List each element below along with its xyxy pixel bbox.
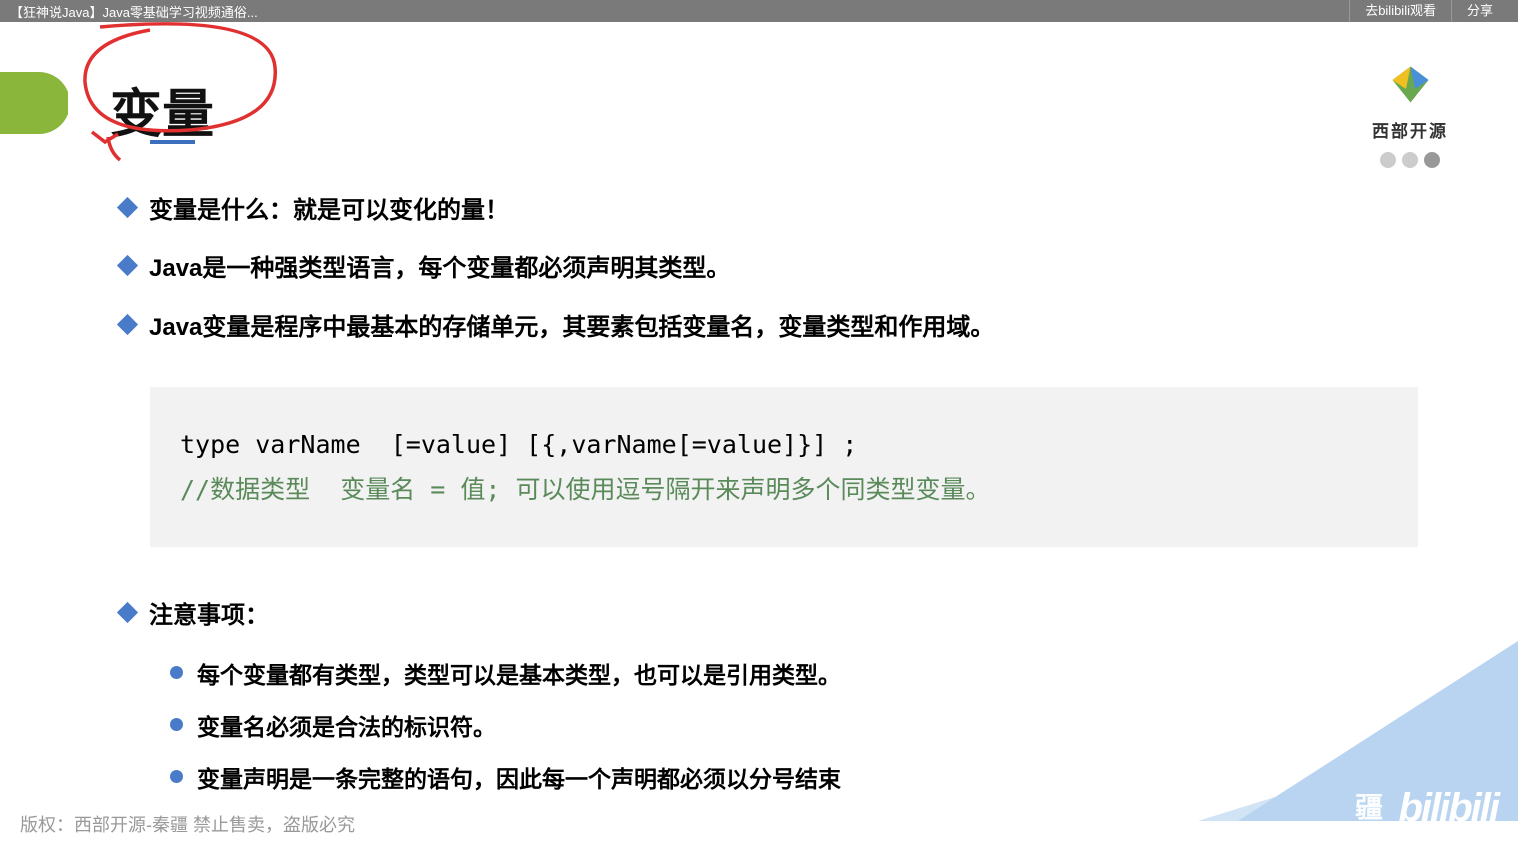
- goto-bilibili-button[interactable]: 去bilibili观看: [1349, 0, 1451, 22]
- watermark-text: 疆: [1355, 786, 1383, 826]
- video-title: 【狂神说Java】Java零基础学习视频通俗...: [10, 2, 258, 21]
- sub-bullet-text: 变量名必须是合法的标识符。: [197, 708, 496, 742]
- sub-bullet-text: 每个变量都有类型，类型可以是基本类型，也可以是引用类型。: [197, 656, 841, 690]
- copyright-footer: 版权：西部开源-秦疆 禁止售卖，盗版必究: [20, 811, 355, 837]
- top-bar-actions: 去bilibili观看 分享: [1349, 0, 1508, 22]
- sub-bullet-item: 每个变量都有类型，类型可以是基本类型，也可以是引用类型。: [170, 656, 1418, 690]
- page-title: 变量: [110, 72, 214, 157]
- dot-1: [1380, 152, 1396, 168]
- diamond-bullet-icon: [117, 602, 138, 623]
- diamond-bullet-icon: [117, 197, 138, 218]
- dot-3: [1424, 152, 1440, 168]
- circle-bullet-icon: [170, 770, 183, 783]
- brand-logo-text: 西部开源: [1372, 117, 1448, 142]
- brand-logo-icon: [1388, 62, 1433, 107]
- code-line: type varName [=value] [{,varName[=value]…: [180, 430, 857, 459]
- diamond-bullet-icon: [117, 255, 138, 276]
- share-button[interactable]: 分享: [1451, 0, 1508, 22]
- bullet-item: Java是一种强类型语言，每个变量都必须声明其类型。: [120, 250, 1418, 288]
- code-block: type varName [=value] [{,varName[=value]…: [150, 387, 1418, 547]
- sub-bullet-text: 变量声明是一条完整的语句，因此每一个声明都必须以分号结束: [197, 760, 841, 794]
- bullet-item: Java变量是程序中最基本的存储单元，其要素包括变量名，变量类型和作用域。: [120, 309, 1418, 347]
- circle-bullet-icon: [170, 666, 183, 679]
- pagination-dots: [1372, 152, 1448, 168]
- bullet-text: Java是一种强类型语言，每个变量都必须声明其类型。: [149, 250, 730, 288]
- slide-body: 变量是什么：就是可以变化的量！ Java是一种强类型语言，每个变量都必须声明其类…: [120, 192, 1418, 812]
- bullet-item: 变量是什么：就是可以变化的量！: [120, 192, 1418, 230]
- circle-bullet-icon: [170, 718, 183, 731]
- title-underline: [150, 140, 195, 144]
- slide-content: 变量 西部开源 变量是什么：就是可以变化的量！ Java是一种强类型语言，每个变…: [0, 22, 1518, 841]
- code-comment: //数据类型 变量名 = 值; 可以使用逗号隔开来声明多个同类型变量。: [180, 475, 990, 504]
- dot-2: [1402, 152, 1418, 168]
- diamond-bullet-icon: [117, 314, 138, 335]
- decorative-side-shape: [0, 72, 68, 134]
- video-top-bar: 【狂神说Java】Java零基础学习视频通俗... 去bilibili观看 分享: [0, 0, 1518, 22]
- section-title: 注意事项：: [149, 597, 269, 635]
- bullet-item: 注意事项：: [120, 597, 1418, 635]
- bilibili-watermark-icon: bilibili: [1398, 786, 1498, 831]
- bullet-text: Java变量是程序中最基本的存储单元，其要素包括变量名，变量类型和作用域。: [149, 309, 994, 347]
- brand-logo-block: 西部开源: [1372, 62, 1448, 168]
- bullet-text: 变量是什么：就是可以变化的量！: [149, 192, 509, 230]
